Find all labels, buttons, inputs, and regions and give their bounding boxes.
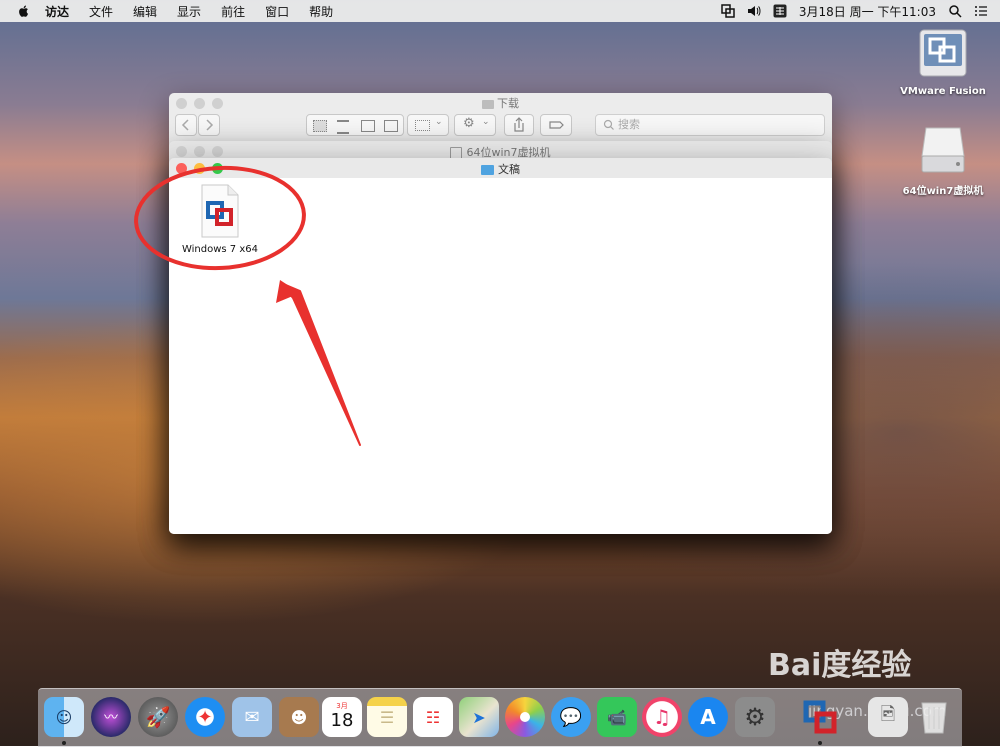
preview-document-icon: 🖻 <box>880 704 896 725</box>
calendar-day: 18 <box>330 710 354 731</box>
apple-logo-icon[interactable] <box>17 4 31 18</box>
dock-siri[interactable]: 〰 <box>91 697 131 737</box>
dock-notes[interactable]: ☰ <box>367 697 407 737</box>
vmware-status-icon[interactable] <box>721 4 735 18</box>
desktop-icon-label: VMware Fusion <box>900 86 986 97</box>
share-icon <box>514 117 524 132</box>
tags-button[interactable] <box>540 114 572 136</box>
gear-icon: ⚙ <box>463 116 475 131</box>
window-title-text: 文稿 <box>498 163 520 176</box>
documents-folder-icon <box>481 165 494 175</box>
rocket-icon: 🚀 <box>145 705 171 729</box>
music-note-icon: ♫ <box>653 705 671 729</box>
eagle-stamp-icon: ✉ <box>244 706 260 728</box>
search-icon <box>603 119 614 130</box>
dock-itunes[interactable]: ♫ <box>642 697 682 737</box>
dock-mail[interactable]: ✉ <box>232 697 272 737</box>
dock-safari[interactable]: ✦ <box>185 697 225 737</box>
action-button[interactable]: ⚙ ⌄ <box>454 114 496 136</box>
checklist-icon: ☷ <box>425 707 441 727</box>
column-view-icon[interactable] <box>361 120 375 132</box>
dock: ☺ 〰 🚀 ✦ ✉ ☻ 3月 18 ☰ ☷ ➤ 💬 📹 ♫ A ⚙ 🖻 <box>38 688 962 747</box>
menu-edit[interactable]: 编辑 <box>133 3 157 20</box>
baidu-jingyan-watermark: Bai度经验 jingyan.baidu.com <box>768 640 946 720</box>
volume-icon[interactable] <box>747 4 761 18</box>
dock-photos[interactable] <box>505 697 545 737</box>
notes-lines-icon: ☰ <box>379 707 395 727</box>
dock-app-store[interactable]: A <box>688 697 728 737</box>
trash-icon <box>921 702 947 734</box>
dock-contacts[interactable]: ☻ <box>279 697 319 737</box>
vmware-fusion-icon <box>803 700 837 734</box>
running-indicator <box>62 741 66 745</box>
menu-view[interactable]: 显示 <box>177 3 201 20</box>
dock-facetime[interactable]: 📹 <box>597 697 637 737</box>
file-item[interactable]: Windows 7 x64 <box>175 184 265 255</box>
disk-drive-icon <box>921 127 965 173</box>
view-mode-group[interactable] <box>306 114 404 136</box>
forward-button[interactable] <box>198 114 220 136</box>
photos-flower-icon <box>520 712 530 722</box>
running-indicator <box>818 741 822 745</box>
window-title: 下载 <box>169 95 832 111</box>
watermark-brand: Bai度经验 <box>768 648 912 683</box>
file-browser-area[interactable]: Windows 7 x64 <box>169 178 832 534</box>
gallery-view-icon[interactable] <box>384 120 398 132</box>
dock-messages[interactable]: 💬 <box>551 697 591 737</box>
tag-icon <box>549 121 564 129</box>
dock-calendar[interactable]: 3月 18 <box>322 697 362 737</box>
icon-view-icon[interactable] <box>313 120 327 132</box>
compass-icon: ✦ <box>197 706 213 728</box>
finder-window-documents[interactable]: 文稿 Windows 7 x64 <box>169 158 832 534</box>
clock[interactable]: 3月18日 周一 下午11:03 <box>799 3 936 20</box>
input-method-icon[interactable] <box>773 4 787 18</box>
search-field[interactable]: 搜索 <box>595 114 825 136</box>
contacts-book-icon: ☻ <box>290 707 308 727</box>
file-name: Windows 7 x64 <box>181 244 258 255</box>
group-by-button[interactable]: ⌄ <box>407 114 449 136</box>
finder-face-icon: ☺ <box>55 707 73 727</box>
vmware-vm-document-icon <box>201 184 239 238</box>
dock-vmware-fusion[interactable] <box>800 697 840 737</box>
chevron-down-icon: ⌄ <box>435 117 443 127</box>
siri-icon: 〰 <box>104 710 118 726</box>
menu-file[interactable]: 文件 <box>89 3 113 20</box>
spotlight-search-icon[interactable] <box>948 4 962 18</box>
dock-preview[interactable]: 🖻 <box>868 697 908 737</box>
chevron-right-icon <box>206 119 214 131</box>
menu-bar: 访达 文件 编辑 显示 前往 窗口 帮助 3月18日 周一 下午11:03 <box>0 0 1000 22</box>
dock-reminders[interactable]: ☷ <box>413 697 453 737</box>
desktop-icon-label: 64位win7虚拟机 <box>902 186 984 197</box>
notification-center-icon[interactable] <box>974 4 988 18</box>
gear-icon: ⚙ <box>744 703 766 731</box>
chevron-left-icon <box>181 119 189 131</box>
list-view-icon[interactable] <box>337 120 349 134</box>
folder-icon <box>482 99 494 109</box>
dock-trash[interactable] <box>914 697 954 737</box>
desktop-icon-vmware-fusion[interactable]: VMware Fusion <box>893 28 993 97</box>
dock-launchpad[interactable]: 🚀 <box>138 697 178 737</box>
app-store-a-icon: A <box>700 705 716 729</box>
window-title-text: 下载 <box>497 97 519 110</box>
calendar-month: 3月 <box>336 702 348 710</box>
chat-bubble-icon: 💬 <box>559 706 583 728</box>
dock-finder[interactable]: ☺ <box>44 697 84 737</box>
window-title: 文稿 <box>169 161 832 177</box>
share-button[interactable] <box>504 114 534 136</box>
search-placeholder: 搜索 <box>618 118 640 131</box>
menu-finder[interactable]: 访达 <box>45 3 69 20</box>
menu-window[interactable]: 窗口 <box>265 3 289 20</box>
dock-maps[interactable]: ➤ <box>459 697 499 737</box>
menu-go[interactable]: 前往 <box>221 3 245 20</box>
desktop-icon-win7-disk[interactable]: 64位win7虚拟机 <box>893 124 993 197</box>
back-button[interactable] <box>175 114 197 136</box>
video-camera-icon: 📹 <box>607 707 627 727</box>
vmware-fusion-icon <box>919 29 967 77</box>
chevron-down-icon: ⌄ <box>482 117 490 127</box>
menu-help[interactable]: 帮助 <box>309 3 333 20</box>
grid-icon <box>415 120 430 131</box>
map-pin-icon: ➤ <box>472 707 486 727</box>
dock-system-preferences[interactable]: ⚙ <box>735 697 775 737</box>
